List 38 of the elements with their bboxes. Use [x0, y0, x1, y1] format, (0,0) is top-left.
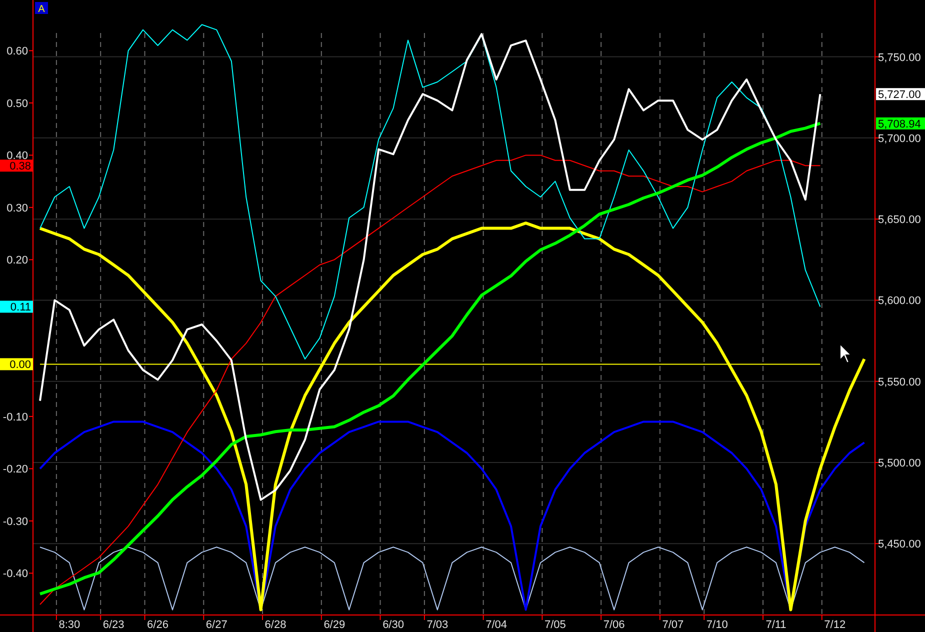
- cursor-icon: [840, 342, 852, 364]
- axis-label: 0.50: [6, 98, 28, 110]
- axis-label: 0.20: [6, 254, 28, 267]
- axis-label: 6/23: [102, 619, 124, 631]
- axis-label: 0.40: [6, 150, 28, 162]
- axis-label: 5,550.00: [878, 376, 921, 388]
- axis-label: 6/29: [324, 619, 346, 631]
- axis-label: 7/06: [603, 619, 625, 631]
- axis-label: 5,750.00: [878, 52, 921, 64]
- axis-label: 0.30: [6, 202, 28, 214]
- axis-label: -0.10: [2, 411, 28, 424]
- axis-label: -0.30: [2, 516, 28, 528]
- axis-label: 6/26: [147, 619, 168, 631]
- value-badge: 0.38: [0, 160, 33, 173]
- axis-label: 7/07: [662, 619, 684, 631]
- axis-label: 5,500.00: [878, 457, 921, 470]
- axis-label: 6/27: [206, 619, 228, 631]
- axis-label: 5,450.00: [878, 538, 921, 551]
- axis-label: 7/04: [486, 619, 508, 631]
- axis-label: 7/12: [824, 619, 846, 631]
- axis-label: -0.20: [2, 464, 28, 476]
- axis-label: 7/11: [766, 619, 786, 631]
- axis-label: 7/05: [544, 619, 566, 631]
- axis-label: 5,700.00: [878, 132, 921, 145]
- axis-label: 6/30: [382, 619, 404, 631]
- value-badge: 5,727.00: [876, 88, 925, 102]
- value-badge: 0.00: [0, 358, 33, 372]
- axis-label: 5,600.00: [878, 295, 921, 308]
- axis-label: 8:30: [58, 619, 80, 631]
- axis-label: -0.40: [2, 568, 28, 580]
- axis-label: 7/03: [426, 619, 448, 631]
- value-badge: 5,708.94: [876, 117, 925, 130]
- corner-badge: A: [35, 2, 48, 15]
- axis-label: 7/10: [706, 619, 728, 631]
- value-badge: 0.11: [0, 300, 33, 314]
- axis-label: 0.60: [6, 46, 28, 58]
- axis-label: 5,650.00: [878, 214, 921, 226]
- axis-label: 6/28: [264, 619, 286, 631]
